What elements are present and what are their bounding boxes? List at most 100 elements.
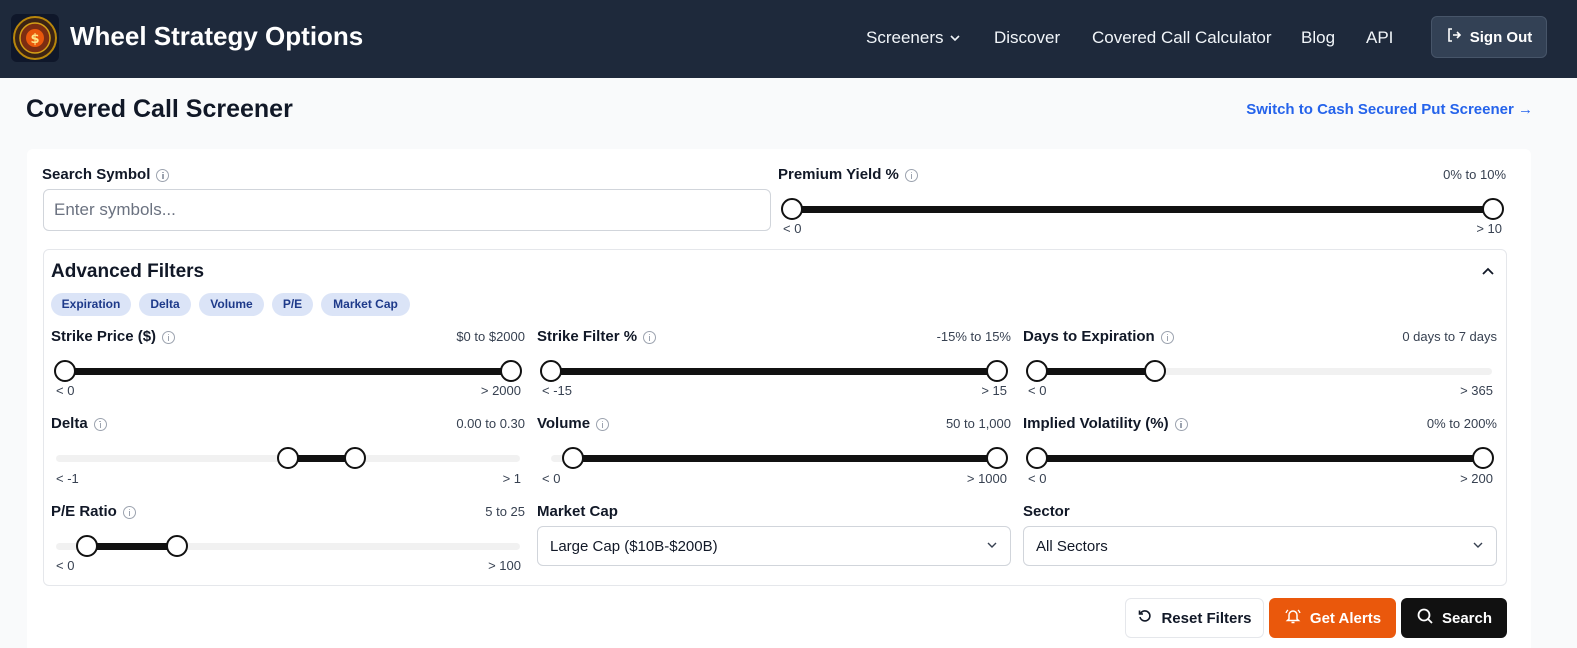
premium-yield-min-label: < 0: [783, 221, 802, 236]
top-nav: $ Wheel Strategy Options Screeners Disco…: [0, 0, 1577, 78]
slider-max-thumb[interactable]: [165, 535, 188, 557]
sector-select[interactable]: All Sectors: [1023, 526, 1497, 566]
nav-screeners-dropdown[interactable]: Screeners: [866, 27, 961, 50]
info-icon[interactable]: [596, 417, 610, 431]
info-icon[interactable]: [93, 417, 107, 431]
pe-ratio-min-label: < 0: [56, 558, 75, 573]
reset-icon: [1137, 608, 1153, 628]
sector-label: Sector: [1023, 503, 1070, 520]
chip-expiration[interactable]: Expiration: [51, 293, 131, 316]
chevron-down-icon: [949, 28, 961, 50]
pe-ratio-label-text: P/E Ratio: [51, 503, 117, 520]
slider-max-thumb[interactable]: [500, 360, 522, 382]
volume-min-label: < 0: [542, 471, 561, 486]
sign-out-button[interactable]: Sign Out: [1431, 16, 1547, 58]
search-label: Search: [1441, 609, 1493, 627]
search-button[interactable]: Search: [1401, 598, 1507, 638]
nav-blog-link[interactable]: Blog: [1301, 27, 1335, 49]
bell-icon: [1284, 607, 1302, 629]
pe-ratio-slider[interactable]: [56, 535, 520, 557]
premium-yield-label-text: Premium Yield %: [778, 166, 899, 183]
days-to-expiration-max-label: > 365: [1460, 383, 1493, 398]
slider-fill: [65, 368, 511, 375]
strike-price-min-label: < 0: [56, 383, 75, 398]
implied-volatility-label: Implied Volatility (%): [1023, 414, 1188, 434]
market-cap-select[interactable]: Large Cap ($10B-$200B): [537, 526, 1011, 566]
slider-min-thumb[interactable]: [76, 535, 99, 557]
search-symbol-label: Search Symbol: [42, 165, 170, 185]
implied-volatility-range-text: 0% to 200%: [1426, 416, 1497, 431]
get-alerts-button[interactable]: Get Alerts: [1269, 598, 1396, 638]
slider-max-thumb[interactable]: [986, 447, 1008, 469]
slider-max-thumb[interactable]: [1482, 198, 1504, 220]
delta-slider[interactable]: [56, 447, 520, 469]
delta-min-label: < -1: [56, 471, 79, 486]
premium-yield-slider[interactable]: [781, 198, 1504, 220]
slider-max-thumb[interactable]: [1472, 447, 1494, 469]
market-cap-label: Market Cap: [537, 503, 618, 520]
strike-price-label: Strike Price ($): [51, 327, 176, 347]
chip-market-cap[interactable]: Market Cap: [321, 293, 410, 316]
chip-volume[interactable]: Volume: [199, 293, 264, 316]
info-icon[interactable]: [162, 330, 176, 344]
strike-price-max-label: > 2000: [480, 383, 521, 398]
volume-label: Volume: [537, 414, 610, 434]
slider-max-thumb[interactable]: [986, 360, 1008, 382]
chip-pe[interactable]: P/E: [272, 293, 313, 316]
reset-filters-button[interactable]: Reset Filters: [1125, 598, 1264, 638]
strike-price-range-text: $0 to $2000: [456, 329, 525, 344]
chip-delta[interactable]: Delta: [139, 293, 191, 316]
brand-name[interactable]: Wheel Strategy Options: [70, 20, 363, 52]
slider-min-thumb[interactable]: [54, 360, 76, 382]
info-icon[interactable]: [122, 505, 136, 519]
nav-covered-call-calculator-link[interactable]: Covered Call Calculator: [1092, 27, 1272, 49]
chevron-up-icon[interactable]: [1480, 264, 1496, 280]
nav-discover-link[interactable]: Discover: [994, 27, 1060, 49]
sector-selected-value: All Sectors: [1036, 537, 1108, 555]
info-icon[interactable]: [904, 168, 918, 182]
slider-min-thumb[interactable]: [277, 447, 299, 469]
slider-fill: [792, 206, 1493, 213]
pe-ratio-label: P/E Ratio: [51, 502, 136, 522]
slider-fill: [87, 543, 177, 550]
implied-volatility-slider[interactable]: [1026, 447, 1494, 469]
volume-max-label: > 1000: [966, 471, 1007, 486]
strike-filter-slider[interactable]: [540, 360, 1008, 382]
nav-api-link[interactable]: API: [1366, 27, 1393, 49]
volume-range-text: 50 to 1,000: [945, 416, 1011, 431]
implied-volatility-label-text: Implied Volatility (%): [1023, 415, 1169, 432]
chevron-down-icon: [1472, 538, 1484, 555]
strike-price-label-text: Strike Price ($): [51, 328, 157, 345]
slider-max-thumb[interactable]: [344, 447, 367, 469]
implied-volatility-max-label: > 200: [1460, 471, 1493, 486]
search-symbol-input[interactable]: [43, 189, 771, 231]
page-title: Covered Call Screener: [26, 95, 293, 123]
info-icon[interactable]: [1160, 330, 1174, 344]
days-to-expiration-slider[interactable]: [1026, 360, 1492, 382]
strike-filter-max-label: > 15: [981, 383, 1007, 398]
slider-min-thumb[interactable]: [1026, 447, 1048, 469]
slider-max-thumb[interactable]: [1144, 360, 1167, 382]
delta-label-text: Delta: [51, 415, 88, 432]
switch-to-csp-screener-link[interactable]: Switch to Cash Secured Put Screener →: [1246, 100, 1533, 120]
volume-label-text: Volume: [537, 415, 591, 432]
slider-min-thumb[interactable]: [540, 360, 562, 382]
premium-yield-label: Premium Yield %: [778, 165, 918, 185]
delta-label: Delta: [51, 414, 107, 434]
strike-filter-range-text: -15% to 15%: [936, 329, 1011, 344]
info-icon[interactable]: [1174, 417, 1188, 431]
slider-min-thumb[interactable]: [1026, 360, 1048, 382]
slider-min-thumb[interactable]: [781, 198, 803, 220]
brand-logo[interactable]: $: [11, 14, 59, 62]
slider-min-thumb[interactable]: [562, 447, 585, 469]
info-icon[interactable]: [156, 168, 170, 182]
info-icon[interactable]: [643, 330, 657, 344]
chevron-down-icon: [986, 538, 998, 555]
market-cap-selected-value: Large Cap ($10B-$200B): [550, 537, 718, 555]
strike-price-slider[interactable]: [54, 360, 522, 382]
strike-filter-label: Strike Filter %: [537, 327, 657, 347]
advanced-filters-title[interactable]: Advanced Filters: [51, 260, 204, 284]
slider-fill: [1037, 455, 1483, 462]
slider-fill: [1037, 368, 1156, 375]
volume-slider[interactable]: [551, 447, 1008, 469]
